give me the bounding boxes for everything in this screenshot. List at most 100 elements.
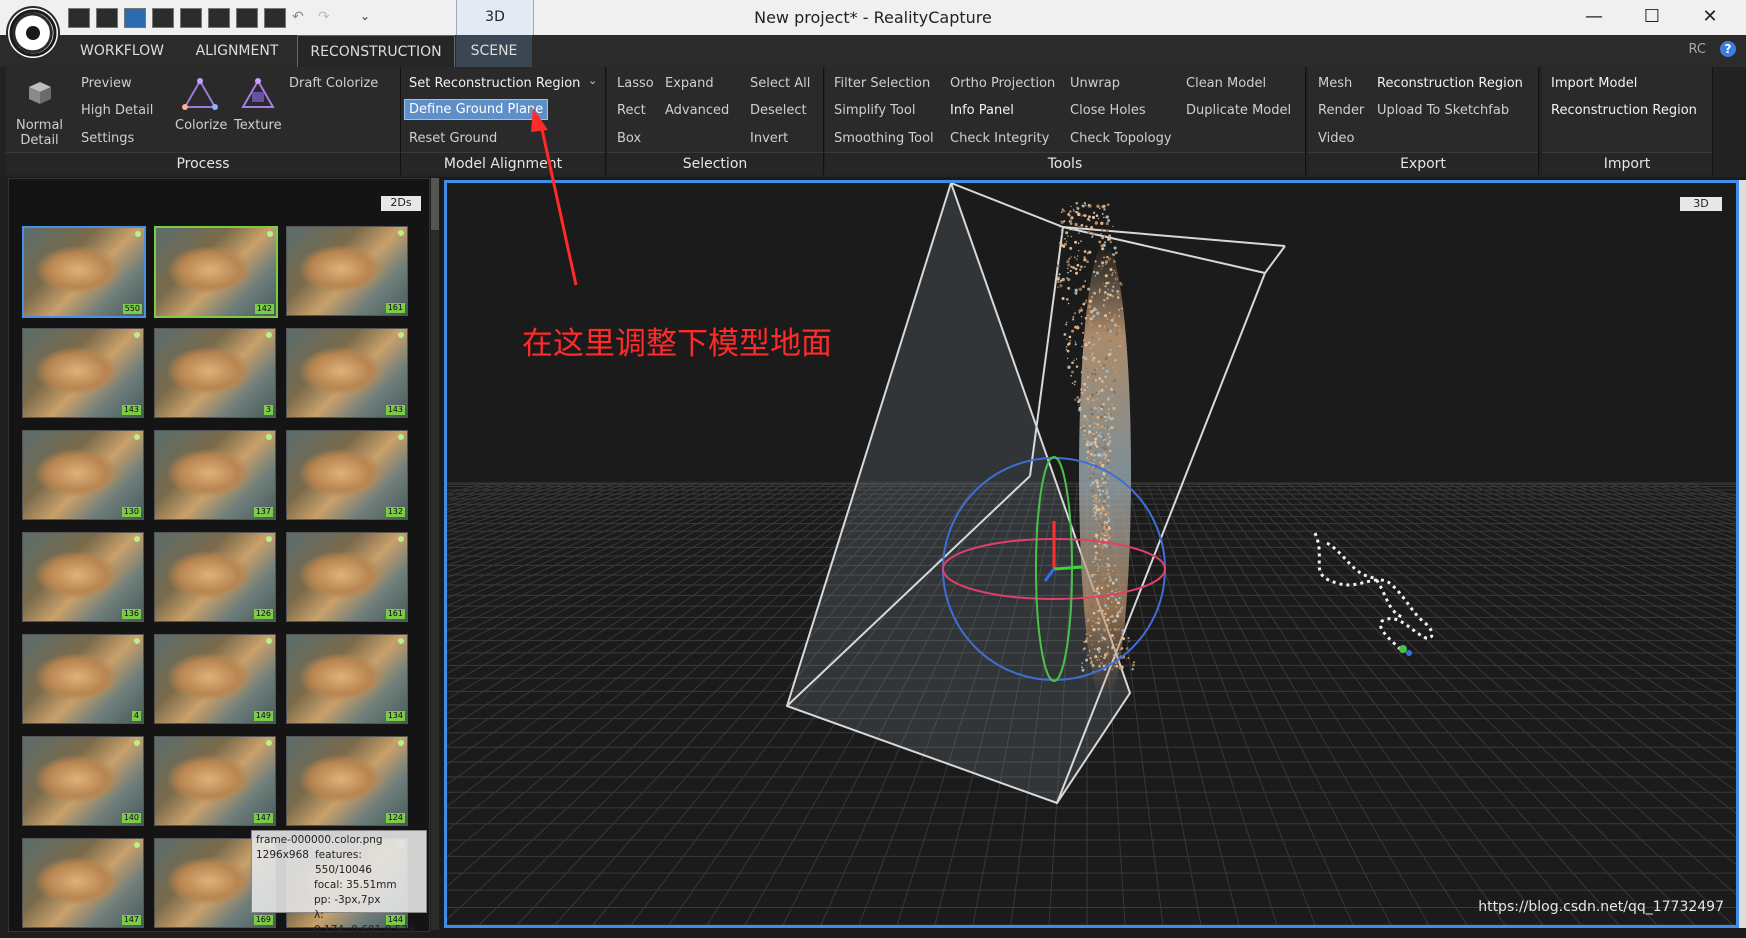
image-thumbnail[interactable]: 142 <box>154 226 278 318</box>
unwrap-button[interactable]: Unwrap <box>1070 76 1120 91</box>
panel-scrollbar[interactable] <box>431 178 439 930</box>
feature-count-badge: 147 <box>121 915 141 925</box>
duplicate-model-button[interactable]: Duplicate Model <box>1186 103 1291 118</box>
close-holes-button[interactable]: Close Holes <box>1070 103 1146 118</box>
texture-icon <box>240 78 276 116</box>
filter-selection-button[interactable]: Filter Selection <box>834 76 930 91</box>
invert-button[interactable]: Invert <box>750 131 788 146</box>
feature-count-badge: 161 <box>385 609 405 619</box>
simplify-tool-button[interactable]: Simplify Tool <box>834 103 915 118</box>
image-thumbnail[interactable]: 136 <box>22 532 144 622</box>
colorize-button[interactable]: Colorize <box>175 118 227 133</box>
check-integrity-button[interactable]: Check Integrity <box>950 131 1049 146</box>
image-thumbnail[interactable]: 161 <box>286 226 408 316</box>
image-thumbnail[interactable]: 137 <box>154 430 276 520</box>
image-thumbnail[interactable]: 132 <box>286 430 408 520</box>
tab-workflow[interactable]: WORKFLOW <box>68 35 176 67</box>
image-thumbnail[interactable]: 4 <box>22 634 144 724</box>
info-panel-button[interactable]: Info Panel <box>950 103 1014 118</box>
colorize-icon <box>182 78 218 116</box>
feature-count-badge: 550 <box>122 304 142 314</box>
status-dot <box>134 638 140 644</box>
define-ground-plane-button[interactable]: Define Ground Plane <box>404 99 549 120</box>
normal-detail-button[interactable]: Normal Detail <box>16 118 63 148</box>
feature-count-badge: 124 <box>385 813 405 823</box>
render-button[interactable]: Render <box>1318 103 1364 118</box>
image-thumbnail[interactable]: 134 <box>286 634 408 724</box>
group-title-export: Export <box>1308 152 1538 175</box>
smoothing-tool-button[interactable]: Smoothing Tool <box>834 131 934 146</box>
reconstruction-region-box[interactable] <box>785 183 1286 805</box>
import-model-button[interactable]: Import Model <box>1551 76 1637 91</box>
tab-reconstruction[interactable]: RECONSTRUCTION <box>297 35 455 68</box>
preview-button[interactable]: Preview <box>81 76 132 91</box>
image-thumbnail[interactable]: 124 <box>286 736 408 826</box>
image-thumbnail[interactable]: 550 <box>22 226 146 318</box>
tooltip-features: features: 550/10046 <box>314 849 372 876</box>
feature-count-badge: 161 <box>385 303 405 313</box>
status-dot <box>266 536 272 542</box>
rc-label: RC <box>1688 42 1706 57</box>
advanced-button[interactable]: Advanced <box>665 103 729 118</box>
high-detail-button[interactable]: High Detail <box>81 103 153 118</box>
annotation-text: 在这里调整下模型地面 <box>522 326 832 362</box>
feature-count-badge: 137 <box>253 507 273 517</box>
app-logo[interactable] <box>8 8 58 58</box>
group-title-import: Import <box>1542 152 1712 175</box>
cube-icon <box>27 80 53 110</box>
scrollbar-thumb[interactable] <box>431 178 439 230</box>
upload-sketchfab-button[interactable]: Upload To Sketchfab <box>1377 103 1509 118</box>
image-thumbnail[interactable]: 161 <box>286 532 408 622</box>
settings-button[interactable]: Settings <box>81 131 134 146</box>
import-reconstruction-region-button[interactable]: Reconstruction Region <box>1551 103 1697 118</box>
box-button[interactable]: Box <box>617 131 641 146</box>
close-button[interactable]: ✕ <box>1688 2 1732 32</box>
video-button[interactable]: Video <box>1318 131 1354 146</box>
status-dot <box>267 231 273 237</box>
export-reconstruction-region-button[interactable]: Reconstruction Region <box>1377 76 1523 91</box>
right-edge-strip <box>1739 180 1746 928</box>
image-thumbnail[interactable]: 149 <box>154 634 276 724</box>
tab-scene[interactable]: SCENE <box>456 35 532 67</box>
feature-count-badge: 149 <box>253 711 273 721</box>
minimize-button[interactable]: — <box>1572 2 1616 32</box>
feature-count-badge: 143 <box>121 405 141 415</box>
rect-button[interactable]: Rect <box>617 103 646 118</box>
clean-model-button[interactable]: Clean Model <box>1186 76 1266 91</box>
chevron-down-icon[interactable]: ⌄ <box>588 74 597 87</box>
image-thumbnail[interactable]: 3 <box>154 328 276 418</box>
select-all-button[interactable]: Select All <box>750 76 810 91</box>
draft-colorize-button[interactable]: Draft Colorize <box>289 76 378 91</box>
image-thumbnail[interactable]: 143 <box>22 328 144 418</box>
image-thumbnail[interactable]: 147 <box>22 838 144 928</box>
image-thumbnail[interactable]: 147 <box>154 736 276 826</box>
ortho-projection-button[interactable]: Ortho Projection <box>950 76 1055 91</box>
status-dot <box>266 740 272 746</box>
viewport-3d[interactable]: 3D https://blog.csdn.net/qq_17732497 <box>444 180 1739 928</box>
deselect-button[interactable]: Deselect <box>750 103 807 118</box>
feature-count-badge: 147 <box>253 813 273 823</box>
set-reconstruction-region-button[interactable]: Set Reconstruction Region <box>409 76 580 91</box>
help-icon[interactable]: ? <box>1720 41 1736 57</box>
status-dot <box>398 230 404 236</box>
maximize-button[interactable]: ☐ <box>1630 2 1674 32</box>
tab-alignment[interactable]: ALIGNMENT <box>186 35 288 67</box>
reset-ground-button[interactable]: Reset Ground <box>409 131 497 146</box>
feature-count-badge: 140 <box>121 813 141 823</box>
panel-3d-label[interactable]: 3D <box>1680 197 1722 211</box>
image-thumbnail[interactable]: 140 <box>22 736 144 826</box>
status-dot <box>266 332 272 338</box>
check-topology-button[interactable]: Check Topology <box>1070 131 1172 146</box>
image-thumbnail[interactable]: 130 <box>22 430 144 520</box>
expand-button[interactable]: Expand <box>665 76 714 91</box>
image-thumbnail[interactable]: 126 <box>154 532 276 622</box>
status-dot <box>134 434 140 440</box>
feature-count-badge: 130 <box>121 507 141 517</box>
mesh-export-button[interactable]: Mesh <box>1318 76 1352 91</box>
texture-button[interactable]: Texture <box>234 118 282 133</box>
panel-2ds-label[interactable]: 2Ds <box>381 196 421 211</box>
lasso-button[interactable]: Lasso <box>617 76 654 91</box>
status-dot <box>398 536 404 542</box>
scene-canvas[interactable] <box>447 183 1736 925</box>
image-thumbnail[interactable]: 143 <box>286 328 408 418</box>
